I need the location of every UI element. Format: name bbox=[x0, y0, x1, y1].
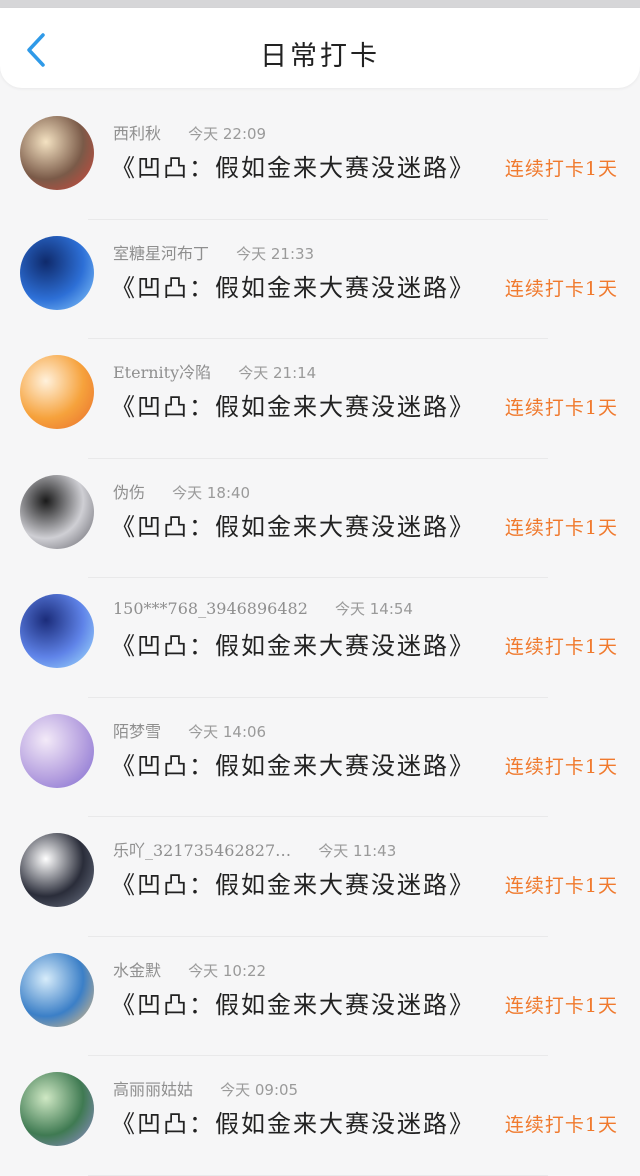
streak-badge: 连续打卡1天 bbox=[504, 994, 618, 1017]
checkin-time: 今天 09:05 bbox=[220, 1081, 299, 1099]
list-item[interactable]: Eternity冷陷 今天 21:14 《凹凸：假如金来大赛没迷路》 连续打卡1… bbox=[0, 339, 640, 459]
avatar[interactable] bbox=[20, 1072, 94, 1146]
book-title[interactable]: 《凹凸：假如金来大赛没迷路》 bbox=[111, 865, 475, 900]
user-name[interactable]: 150***768_3946896482 bbox=[113, 599, 308, 618]
list-item[interactable]: 室糖星河布丁 今天 21:33 《凹凸：假如金来大赛没迷路》 连续打卡1天 bbox=[0, 220, 640, 339]
avatar[interactable] bbox=[20, 713, 94, 788]
avatar[interactable] bbox=[20, 952, 94, 1027]
entry-meta: 乐吖_321735462827… 今天 11:43 bbox=[113, 837, 396, 861]
list-item[interactable]: 150***768_3946896482 今天 14:54 《凹凸：假如金来大赛… bbox=[0, 578, 640, 698]
user-name[interactable]: 乐吖_321735462827… bbox=[113, 841, 291, 860]
user-name[interactable]: 西利秋 bbox=[113, 124, 161, 143]
header-bar: 日常打卡 bbox=[0, 8, 640, 88]
checkin-time: 今天 14:54 bbox=[334, 600, 413, 618]
user-name[interactable]: 水金默 bbox=[113, 961, 161, 980]
entry-meta: Eternity冷陷 今天 21:14 bbox=[113, 359, 316, 383]
user-name[interactable]: Eternity冷陷 bbox=[113, 363, 211, 382]
streak-badge: 连续打卡1天 bbox=[504, 1114, 618, 1136]
list-item[interactable]: 西利秋 今天 22:09 《凹凸：假如金来大赛没迷路》 连续打卡1天 bbox=[0, 100, 640, 220]
checkin-time: 今天 21:14 bbox=[238, 364, 317, 382]
book-title[interactable]: 《凹凸：假如金来大赛没迷路》 bbox=[111, 626, 475, 661]
avatar[interactable] bbox=[20, 355, 94, 429]
entry-meta: 150***768_3946896482 今天 14:54 bbox=[113, 598, 413, 619]
list-item[interactable]: 陌梦雪 今天 14:06 《凹凸：假如金来大赛没迷路》 连续打卡1天 bbox=[0, 698, 640, 817]
book-title[interactable]: 《凹凸：假如金来大赛没迷路》 bbox=[111, 387, 475, 422]
book-title[interactable]: 《凹凸：假如金来大赛没迷路》 bbox=[111, 148, 475, 183]
list-item[interactable]: 水金默 今天 10:22 《凹凸：假如金来大赛没迷路》 连续打卡1天 bbox=[0, 937, 640, 1056]
entry-meta: 高丽丽姑姑 今天 09:05 bbox=[113, 1076, 298, 1100]
avatar[interactable] bbox=[20, 833, 94, 907]
streak-badge: 连续打卡1天 bbox=[504, 158, 618, 180]
entry-meta: 伪伤 今天 18:40 bbox=[113, 479, 250, 503]
book-title[interactable]: 《凹凸：假如金来大赛没迷路》 bbox=[111, 746, 475, 781]
entry-meta: 陌梦雪 今天 14:06 bbox=[113, 718, 266, 742]
book-title[interactable]: 《凹凸：假如金来大赛没迷路》 bbox=[111, 1104, 475, 1139]
divider bbox=[88, 1174, 548, 1176]
book-title[interactable]: 《凹凸：假如金来大赛没迷路》 bbox=[111, 507, 475, 542]
entry-meta: 西利秋 今天 22:09 bbox=[113, 120, 266, 144]
streak-badge: 连续打卡1天 bbox=[504, 755, 618, 778]
user-name[interactable]: 室糖星河布丁 bbox=[113, 244, 209, 263]
checkin-time: 今天 21:33 bbox=[236, 244, 315, 263]
book-title[interactable]: 《凹凸：假如金来大赛没迷路》 bbox=[111, 985, 475, 1020]
checkin-time: 今天 11:43 bbox=[318, 842, 397, 860]
checkin-time: 今天 18:40 bbox=[172, 483, 251, 502]
user-name[interactable]: 陌梦雪 bbox=[113, 722, 161, 741]
user-name[interactable]: 伪伤 bbox=[113, 483, 145, 502]
avatar[interactable] bbox=[20, 594, 94, 668]
entry-meta: 室糖星河布丁 今天 21:33 bbox=[113, 240, 314, 264]
checkin-time: 今天 10:22 bbox=[188, 961, 267, 980]
streak-badge: 连续打卡1天 bbox=[504, 516, 618, 539]
checkin-time: 今天 14:06 bbox=[188, 722, 267, 741]
page-title: 日常打卡 bbox=[260, 41, 380, 72]
avatar[interactable] bbox=[20, 235, 94, 310]
list-item[interactable]: 高丽丽姑姑 今天 09:05 《凹凸：假如金来大赛没迷路》 连续打卡1天 bbox=[0, 1056, 640, 1176]
streak-badge: 连续打卡1天 bbox=[504, 397, 618, 419]
list-item[interactable]: 乐吖_321735462827… 今天 11:43 《凹凸：假如金来大赛没迷路》… bbox=[0, 817, 640, 937]
checkin-list: 西利秋 今天 22:09 《凹凸：假如金来大赛没迷路》 连续打卡1天 室糖星河布… bbox=[0, 100, 640, 1176]
book-title[interactable]: 《凹凸：假如金来大赛没迷路》 bbox=[111, 268, 475, 303]
entry-meta: 水金默 今天 10:22 bbox=[113, 957, 266, 981]
status-strip bbox=[0, 0, 640, 8]
avatar[interactable] bbox=[20, 116, 94, 190]
streak-badge: 连续打卡1天 bbox=[504, 875, 618, 897]
streak-badge: 连续打卡1天 bbox=[504, 636, 618, 658]
streak-badge: 连续打卡1天 bbox=[504, 277, 618, 300]
checkin-time: 今天 22:09 bbox=[188, 125, 267, 143]
avatar[interactable] bbox=[20, 474, 94, 549]
user-name[interactable]: 高丽丽姑姑 bbox=[113, 1080, 193, 1099]
list-item[interactable]: 伪伤 今天 18:40 《凹凸：假如金来大赛没迷路》 连续打卡1天 bbox=[0, 459, 640, 578]
